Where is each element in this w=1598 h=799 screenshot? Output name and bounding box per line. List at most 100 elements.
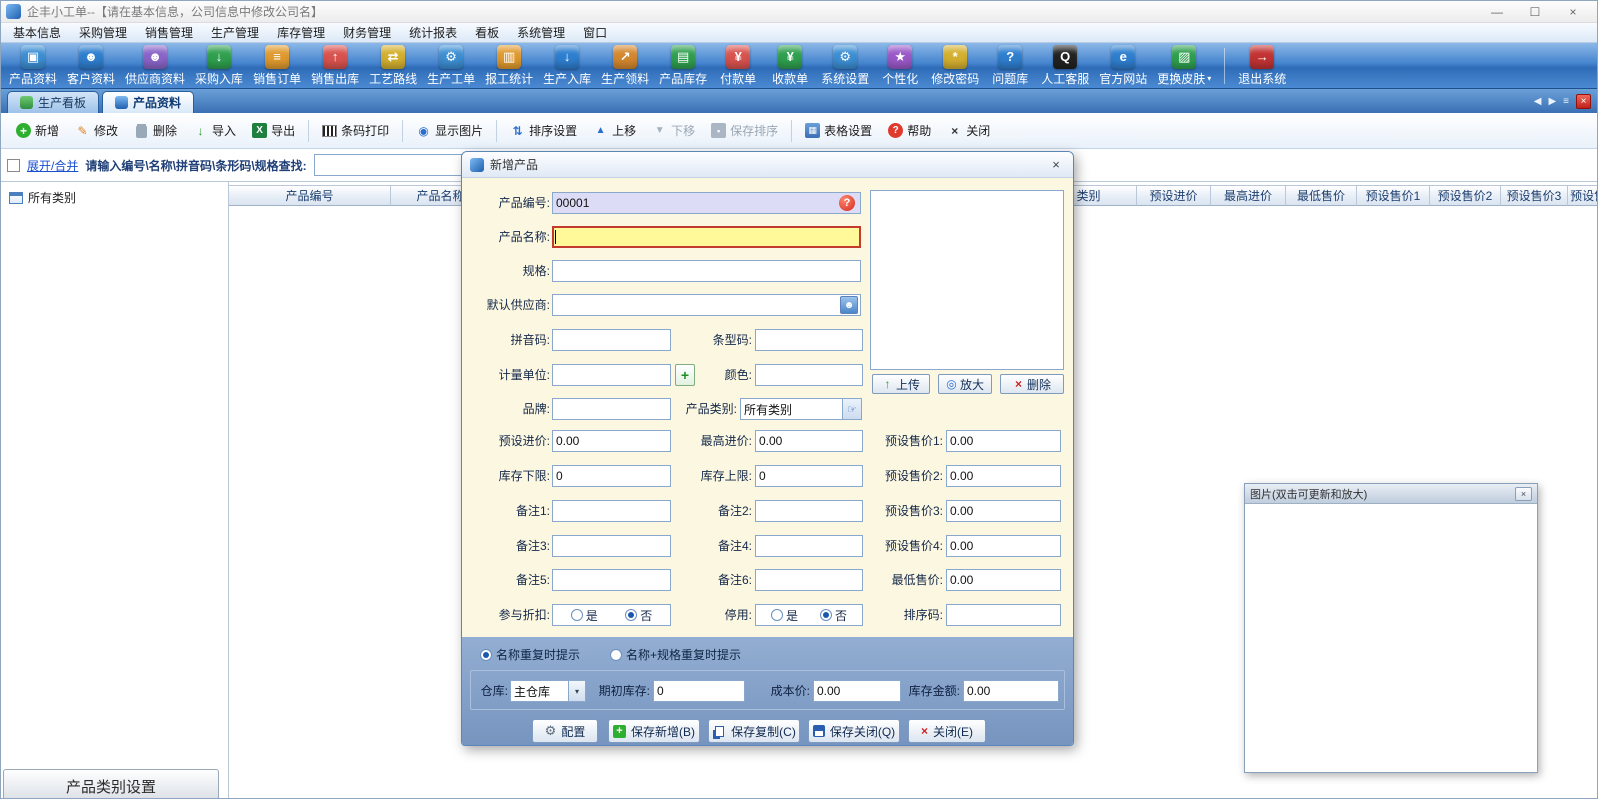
column-header-sale-price-1[interactable]: 预设售价1: [1357, 185, 1430, 206]
toolbar-item-production-material[interactable]: ↗生产领料: [596, 43, 654, 89]
product-category-settings-button[interactable]: 产品类别设置: [3, 769, 219, 799]
save-sort-button[interactable]: ▪保存排序: [704, 118, 785, 143]
note1-input[interactable]: [552, 500, 671, 522]
toolbar-item-official-website[interactable]: e官方网站: [1094, 43, 1152, 89]
toolbar-item-product-data[interactable]: ▣产品资料: [4, 43, 62, 89]
toolbar-item-system-settings[interactable]: ⚙系统设置: [816, 43, 874, 89]
menu-item-system[interactable]: 系统管理: [508, 23, 574, 43]
color-input[interactable]: [755, 364, 863, 386]
discount-yes-option[interactable]: 是: [571, 607, 598, 624]
toolbar-item-exit-system[interactable]: →退出系统: [1233, 43, 1291, 89]
category-picker-icon[interactable]: ☞: [842, 399, 861, 419]
note5-input[interactable]: [552, 569, 671, 591]
dialog-close-icon[interactable]: ×: [1047, 156, 1065, 174]
min-sale-price-input[interactable]: [946, 569, 1061, 591]
column-header-max-purchase-price[interactable]: 最高进价: [1211, 185, 1286, 206]
menu-item-inventory[interactable]: 库存管理: [268, 23, 334, 43]
import-button[interactable]: ↓导入: [186, 118, 243, 143]
toolbar-item-payment-bill[interactable]: ¥付款单: [712, 43, 764, 89]
expand-merge-checkbox[interactable]: [7, 159, 20, 172]
barcode-print-button[interactable]: 条码打印: [315, 118, 396, 143]
save-close-button[interactable]: 保存关闭(Q): [808, 719, 900, 743]
spec-input[interactable]: [552, 260, 861, 282]
initial-stock-input[interactable]: [653, 680, 745, 702]
menu-item-purchase[interactable]: 采购管理: [70, 23, 136, 43]
column-header-preset-purchase-price[interactable]: 预设进价: [1137, 185, 1211, 206]
stop-yes-option[interactable]: 是: [771, 607, 798, 624]
sort-settings-button[interactable]: ⇅排序设置: [503, 118, 584, 143]
dup-name-spec-option[interactable]: 名称+规格重复时提示: [610, 646, 741, 663]
column-header-sale-price-4[interactable]: 预设售价4: [1568, 185, 1598, 206]
sort-code-input[interactable]: [946, 604, 1061, 626]
toolbar-item-customer-service[interactable]: Q人工客服: [1036, 43, 1094, 89]
tab-scroll-left-icon[interactable]: ◀: [1534, 96, 1542, 107]
menu-item-production[interactable]: 生产管理: [202, 23, 268, 43]
toolbar-item-change-skin[interactable]: ▨更换皮肤▾: [1152, 43, 1216, 89]
delete-button[interactable]: 删除: [127, 118, 184, 143]
tab-production-kanban[interactable]: 生产看板: [7, 91, 99, 113]
move-down-button[interactable]: ▼下移: [645, 118, 702, 143]
export-button[interactable]: X导出: [245, 118, 302, 143]
supplier-picker-icon[interactable]: ☻: [840, 296, 858, 314]
category-select[interactable]: 所有类别 ☞: [740, 398, 862, 420]
product-image-box[interactable]: [870, 190, 1064, 370]
minimize-button[interactable]: —: [1478, 1, 1516, 22]
sale-price-2-input[interactable]: [946, 465, 1061, 487]
upload-image-button[interactable]: ↑上传: [872, 374, 930, 394]
product-code-input[interactable]: [552, 192, 861, 214]
dup-name-option[interactable]: 名称重复时提示: [480, 646, 580, 663]
toolbar-item-product-stock[interactable]: ▤产品库存: [654, 43, 712, 89]
radio-selected-icon[interactable]: [820, 609, 832, 621]
close-dialog-button[interactable]: ×关闭(E): [908, 719, 986, 743]
stock-amount-input[interactable]: [963, 680, 1059, 702]
close-tab-button[interactable]: ×: [1576, 94, 1591, 109]
menu-item-reports[interactable]: 统计报表: [400, 23, 466, 43]
radio-selected-icon[interactable]: [480, 649, 492, 661]
toolbar-item-production-order[interactable]: ⚙生产工单: [422, 43, 480, 89]
stock-min-input[interactable]: [552, 465, 671, 487]
toolbar-item-change-password[interactable]: *修改密码: [926, 43, 984, 89]
close-view-button[interactable]: ×关闭: [940, 118, 997, 143]
column-header-sale-price-3[interactable]: 预设售价3: [1501, 185, 1568, 206]
table-settings-button[interactable]: ▦表格设置: [798, 118, 879, 143]
preset-purchase-price-input[interactable]: [552, 430, 671, 452]
menu-item-sales[interactable]: 销售管理: [136, 23, 202, 43]
toolbar-item-supplier-data[interactable]: ☻供应商资料: [120, 43, 190, 89]
toolbar-item-question-bank[interactable]: ?问题库: [984, 43, 1036, 89]
product-name-input[interactable]: [552, 226, 861, 248]
barcode-input[interactable]: [755, 329, 863, 351]
save-new-button[interactable]: +保存新增(B): [608, 719, 700, 743]
default-supplier-input[interactable]: [552, 294, 861, 316]
column-header-min-sale-price[interactable]: 最低售价: [1286, 185, 1357, 206]
toolbar-item-process-route[interactable]: ⇄工艺路线: [364, 43, 422, 89]
note3-input[interactable]: [552, 535, 671, 557]
menu-item-kanban[interactable]: 看板: [466, 23, 508, 43]
toolbar-item-sales-out[interactable]: ↑销售出库: [306, 43, 364, 89]
menu-item-basic-info[interactable]: 基本信息: [4, 23, 70, 43]
toolbar-item-customer-data[interactable]: ☻客户资料: [62, 43, 120, 89]
toolbar-item-personalization[interactable]: ★个性化: [874, 43, 926, 89]
unit-input[interactable]: [552, 364, 671, 386]
discount-no-option[interactable]: 否: [625, 607, 652, 624]
delete-image-button[interactable]: ×删除: [1000, 374, 1064, 394]
maximize-button[interactable]: ☐: [1516, 1, 1554, 22]
toolbar-item-sales-order[interactable]: ≡销售订单: [248, 43, 306, 89]
tab-list-icon[interactable]: ≡: [1563, 96, 1569, 107]
toolbar-item-work-report-stats[interactable]: ▥报工统计: [480, 43, 538, 89]
sale-price-1-input[interactable]: [946, 430, 1061, 452]
help-button[interactable]: ?帮助: [881, 118, 938, 143]
column-header-sale-price-2[interactable]: 预设售价2: [1430, 185, 1501, 206]
radio-icon[interactable]: [771, 609, 783, 621]
toolbar-item-receipt-bill[interactable]: ¥收款单: [764, 43, 816, 89]
pinyin-input[interactable]: [552, 329, 671, 351]
radio-selected-icon[interactable]: [625, 609, 637, 621]
toolbar-item-purchase-in[interactable]: ↓采购入库: [190, 43, 248, 89]
radio-icon[interactable]: [610, 649, 622, 661]
radio-icon[interactable]: [571, 609, 583, 621]
edit-button[interactable]: ✎修改: [68, 118, 125, 143]
config-button[interactable]: ⚙配置: [532, 719, 598, 743]
stop-no-option[interactable]: 否: [820, 607, 847, 624]
show-image-button[interactable]: ◉显示图片: [409, 118, 490, 143]
close-button[interactable]: ×: [1554, 1, 1592, 22]
sale-price-4-input[interactable]: [946, 535, 1061, 557]
